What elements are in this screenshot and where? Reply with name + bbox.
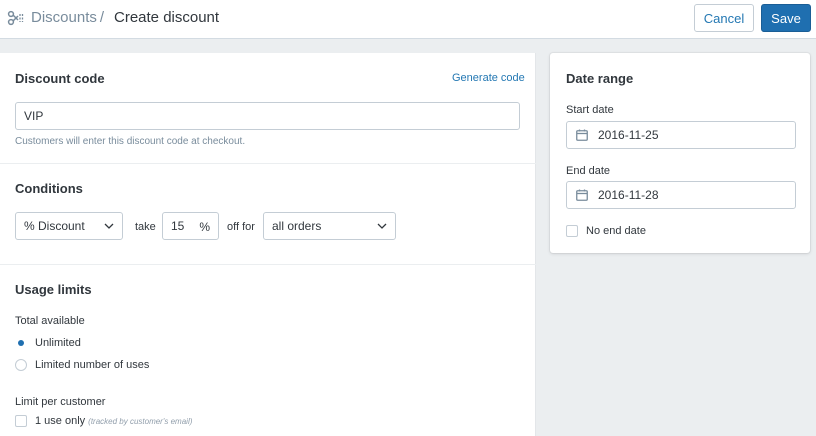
discount-code-help: Customers will enter this discount code …	[15, 136, 246, 147]
section-divider	[0, 264, 536, 265]
unlimited-label[interactable]: Unlimited	[35, 337, 81, 349]
end-date-label: End date	[566, 165, 611, 177]
date-range-card: Date range Start date 2016-11-25 End dat…	[550, 53, 810, 253]
conditions-heading: Conditions	[15, 181, 83, 196]
discount-amount-input[interactable]	[163, 213, 199, 239]
section-divider	[0, 163, 536, 164]
one-use-text: 1 use only	[35, 415, 86, 427]
percent-suffix: %	[199, 220, 210, 234]
breadcrumb: Discounts /	[31, 9, 104, 26]
start-date-value: 2016-11-25	[598, 128, 659, 142]
calendar-icon	[576, 189, 588, 201]
limited-uses-label[interactable]: Limited number of uses	[35, 359, 149, 371]
breadcrumb-separator: /	[99, 9, 105, 26]
discount-scissors-icon	[7, 10, 24, 26]
off-for-label: off for	[227, 221, 255, 233]
discount-type-select[interactable]: % Discount	[15, 212, 123, 240]
save-button[interactable]: Save	[761, 4, 811, 32]
generate-code-link[interactable]: Generate code	[452, 72, 525, 84]
discount-code-heading: Discount code	[15, 71, 105, 86]
breadcrumb-discounts-link[interactable]: Discounts	[31, 9, 97, 26]
one-use-hint: (tracked by customer's email)	[88, 417, 193, 426]
date-range-heading: Date range	[566, 71, 634, 86]
discount-details-card: Discount code Generate code Customers wi…	[0, 53, 536, 436]
top-bar: Discounts / Create discount Cancel Save	[0, 0, 816, 39]
discount-code-input[interactable]	[16, 103, 519, 129]
usage-limits-heading: Usage limits	[15, 282, 92, 297]
chevron-down-icon	[377, 223, 387, 229]
page-title: Create discount	[114, 9, 220, 26]
limited-uses-radio[interactable]	[15, 359, 27, 371]
start-date-label: Start date	[566, 104, 614, 116]
calendar-icon	[576, 129, 588, 141]
one-use-checkbox[interactable]	[15, 415, 27, 427]
end-date-value: 2016-11-28	[598, 188, 659, 202]
end-date-input[interactable]: 2016-11-28	[566, 181, 796, 209]
applies-to-select[interactable]: all orders	[263, 212, 396, 240]
total-available-label: Total available	[15, 315, 85, 327]
applies-to-value: all orders	[272, 219, 322, 233]
chevron-down-icon	[104, 223, 114, 229]
no-end-date-checkbox[interactable]	[566, 225, 578, 237]
discount-code-input-wrapper[interactable]	[15, 102, 520, 130]
one-use-label[interactable]: 1 use only (tracked by customer's email)	[35, 415, 192, 427]
limit-per-customer-label: Limit per customer	[15, 396, 106, 408]
no-end-date-label[interactable]: No end date	[586, 225, 646, 237]
cancel-button[interactable]: Cancel	[694, 4, 754, 32]
discount-type-value: % Discount	[24, 219, 85, 233]
take-label: take	[135, 221, 156, 233]
discount-amount-wrapper[interactable]: %	[162, 212, 219, 240]
unlimited-radio[interactable]	[15, 337, 27, 349]
start-date-input[interactable]: 2016-11-25	[566, 121, 796, 149]
